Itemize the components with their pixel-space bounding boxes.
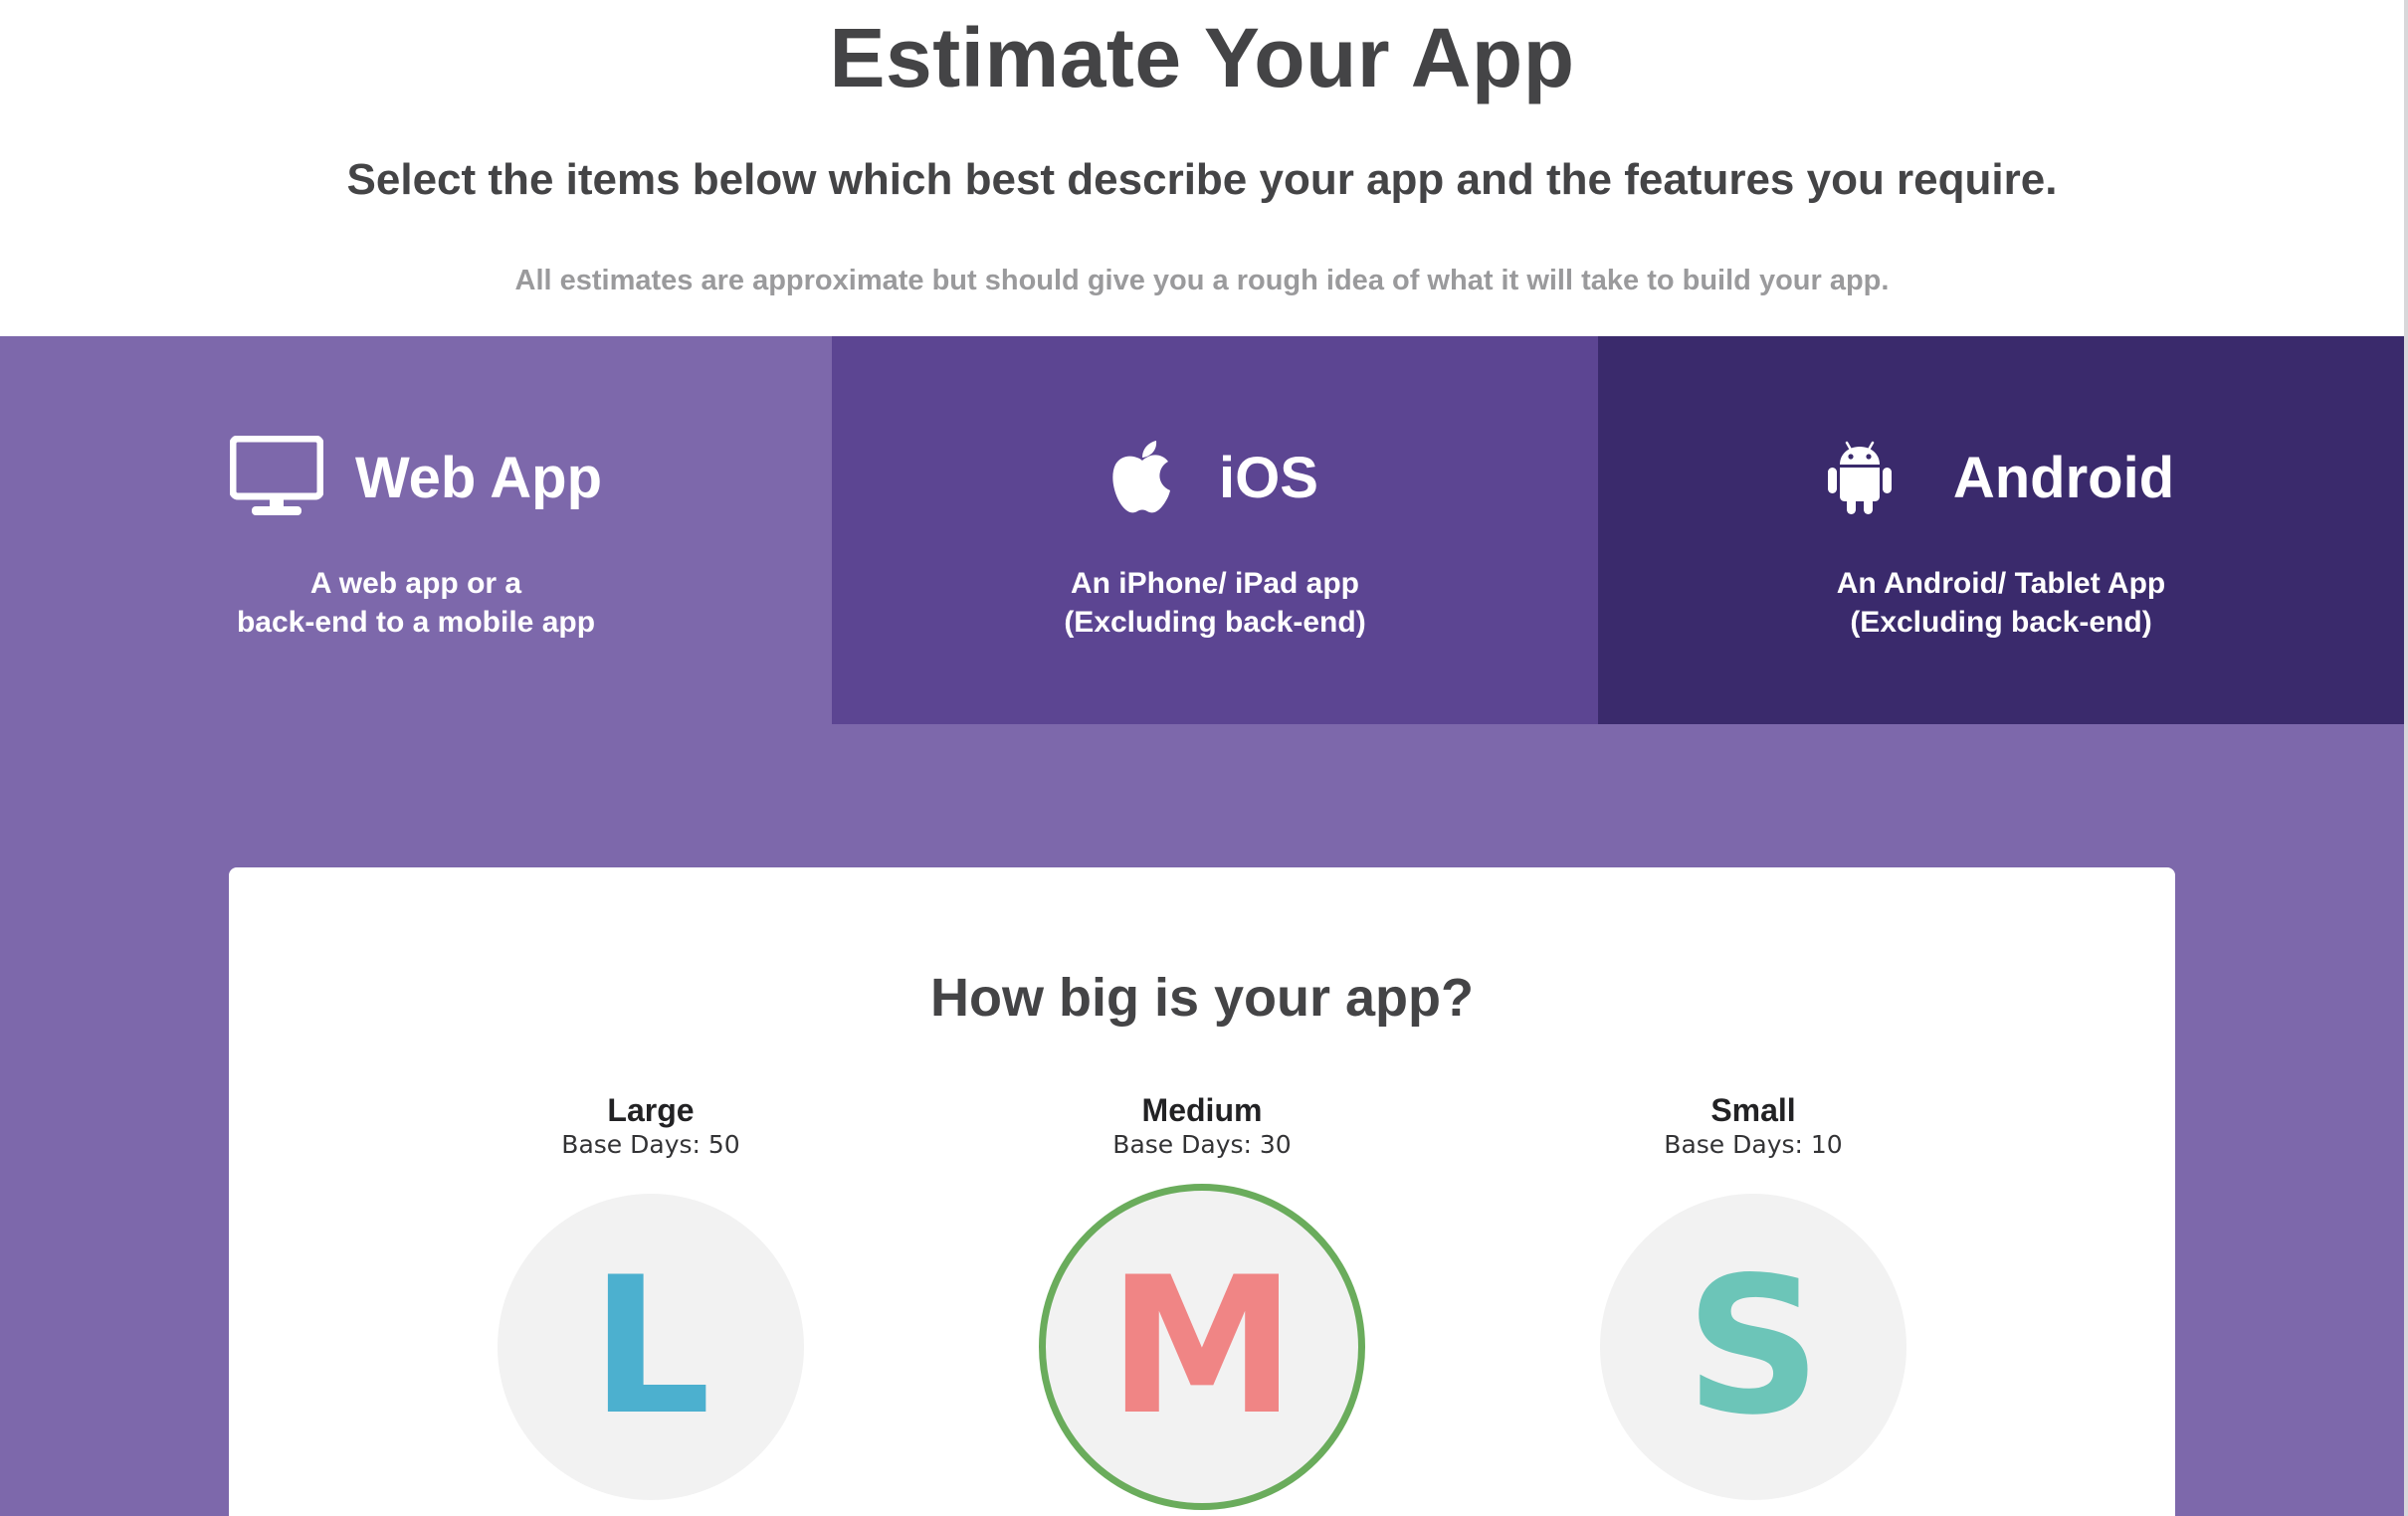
- platform-web-app-desc-line1: A web app or a: [309, 567, 522, 600]
- platform-ios[interactable]: iOS An iPhone/ iPad app (Excluding back-…: [832, 336, 1598, 724]
- size-letter-m: M: [1107, 1236, 1297, 1456]
- platform-web-app-desc-line2: back-end to a mobile app: [236, 606, 596, 639]
- estimate-note: All estimates are approximate but should…: [514, 265, 1890, 296]
- size-option-small-circle[interactable]: S: [1600, 1194, 1906, 1500]
- app-size-card: How big is your app? Large Base Days: 50…: [229, 867, 2175, 1516]
- platform-web-app-description: A web app or a back-end to a mobile app: [0, 564, 832, 642]
- platform-android[interactable]: Android An Android/ Tablet App (Excludin…: [1598, 336, 2404, 724]
- page-title: Estimate Your App: [829, 11, 1575, 104]
- platform-ios-heading: iOS: [832, 428, 1598, 527]
- size-option-large-circle[interactable]: L: [498, 1194, 804, 1500]
- size-option-small-base-days: Base Days: 10: [1664, 1130, 1843, 1159]
- page-subtitle: Select the items below which best descri…: [346, 155, 2058, 204]
- platform-android-heading: Android: [1598, 428, 2404, 527]
- size-option-large-base-days: Base Days: 50: [561, 1130, 740, 1159]
- platform-web-app-heading: Web App: [0, 428, 832, 527]
- size-letter-l: L: [590, 1236, 711, 1456]
- app-size-title: How big is your app?: [929, 968, 1474, 1028]
- scrollbar-edge: [2404, 0, 2408, 1516]
- platform-ios-description: An iPhone/ iPad app (Excluding back-end): [832, 564, 1598, 642]
- apple-icon: [1111, 441, 1173, 514]
- android-icon: [1827, 441, 1892, 514]
- platform-web-app[interactable]: Web App A web app or a back-end to a mob…: [0, 336, 832, 724]
- platform-android-label: Android: [1952, 445, 2175, 510]
- size-option-large[interactable]: Large Base Days: 50 L: [442, 1090, 860, 1500]
- size-option-medium-circle-selected[interactable]: M: [1039, 1184, 1365, 1510]
- size-option-small-label: Small: [1710, 1092, 1796, 1128]
- platform-ios-label: iOS: [1219, 445, 1318, 510]
- platform-web-app-label: Web App: [354, 445, 603, 510]
- header: Estimate Your App Select the items below…: [0, 0, 2404, 336]
- size-letter-s: S: [1685, 1236, 1822, 1456]
- size-option-small[interactable]: Small Base Days: 10 S: [1544, 1090, 1962, 1500]
- page: Estimate Your App Select the items below…: [0, 0, 2408, 1516]
- size-option-medium[interactable]: Medium Base Days: 30 M: [993, 1090, 1411, 1510]
- size-option-medium-base-days: Base Days: 30: [1112, 1130, 1292, 1159]
- size-option-medium-label: Medium: [1141, 1092, 1263, 1128]
- platform-ios-desc-line2: (Excluding back-end): [1064, 606, 1366, 639]
- monitor-icon: [229, 436, 323, 519]
- platform-android-desc-line2: (Excluding back-end): [1850, 606, 2152, 639]
- platform-ios-desc-line1: An iPhone/ iPad app: [1070, 567, 1360, 600]
- size-option-large-label: Large: [607, 1092, 695, 1128]
- platform-android-desc-line1: An Android/ Tablet App: [1836, 567, 2166, 600]
- platform-android-description: An Android/ Tablet App (Excluding back-e…: [1598, 564, 2404, 642]
